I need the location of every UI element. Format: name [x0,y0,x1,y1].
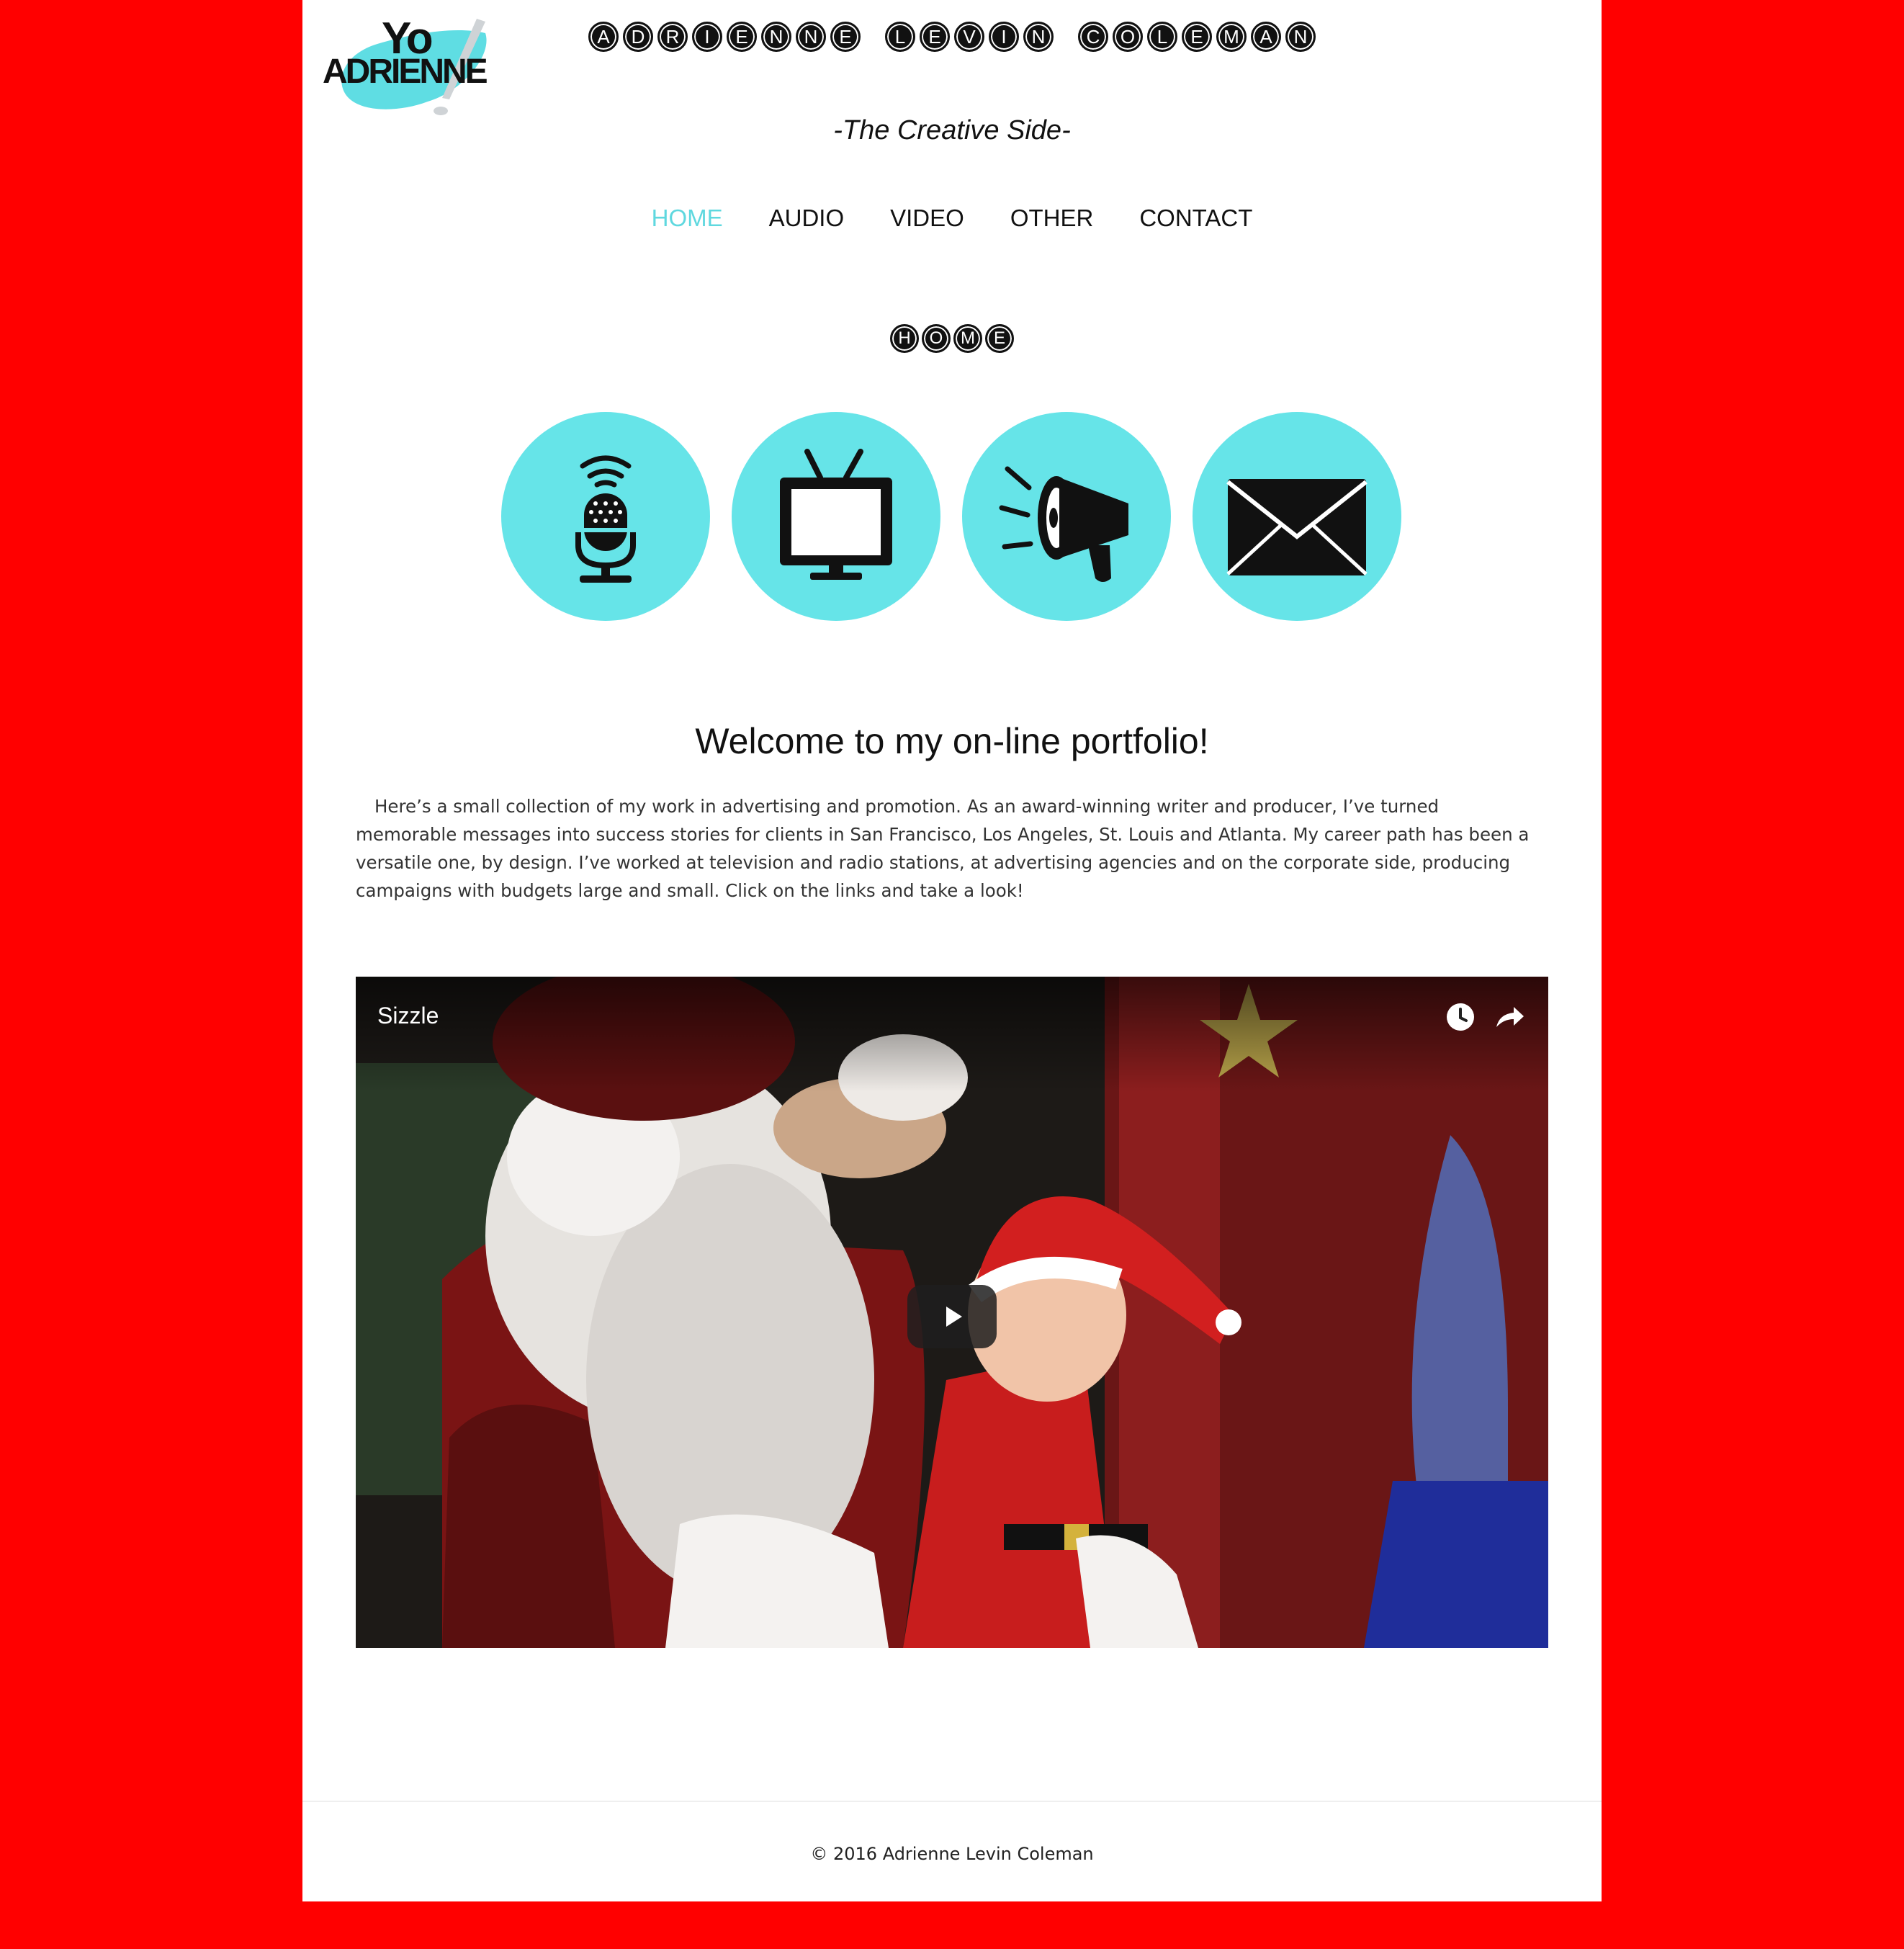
share-icon[interactable] [1494,1001,1525,1033]
play-icon [946,1307,962,1327]
video-link-button[interactable] [732,412,940,621]
copyright-text: © 2016 Adrienne Levin Coleman [810,1844,1094,1864]
title-letter: I [692,22,722,52]
title-letter: N [1023,22,1054,52]
microphone-icon [575,455,636,583]
title-letter: N [761,22,791,52]
title-letter: V [954,22,984,52]
other-link-button[interactable] [962,412,1171,621]
welcome-heading: Welcome to my on-line portfolio! [695,721,1209,761]
title-letter: E [830,22,861,52]
title-letter: E [1182,22,1212,52]
title-letter: A [588,22,619,52]
megaphone-icon [999,466,1128,582]
page: Yo ADRIENNE ADRIENNELEVINCOLEMAN -The Cr… [302,0,1602,1901]
site-title-word: ADRIENNE [586,22,863,52]
site-title-word: LEVIN [883,22,1056,52]
section-title: HOME [302,324,1602,353]
site-title: ADRIENNELEVINCOLEMAN [302,22,1602,52]
title-letter: N [796,22,826,52]
main-nav: HOME AUDIO VIDEO OTHER CONTACT [302,205,1602,232]
nav-audio[interactable]: AUDIO [769,205,845,232]
title-letter: L [885,22,915,52]
title-letter: E [727,22,757,52]
section-title-letter: H [890,324,919,353]
play-button[interactable] [907,1285,997,1348]
title-letter: N [1285,22,1316,52]
envelope-icon [1226,479,1368,575]
audio-link-button[interactable] [501,412,710,621]
nav-video[interactable]: VIDEO [890,205,964,232]
title-letter: E [920,22,950,52]
footer-divider [302,1801,1602,1802]
tagline: -The Creative Side- [833,115,1071,145]
category-icons [501,412,1406,622]
section-title-letter: O [922,324,951,353]
title-letter: R [657,22,688,52]
video-player[interactable]: Sizzle [356,977,1548,1648]
section-title-letter: M [953,324,982,353]
title-letter: A [1251,22,1281,52]
site-title-word: COLEMAN [1076,22,1318,52]
contact-link-button[interactable] [1193,412,1401,621]
video-title: Sizzle [377,1003,439,1029]
television-icon [780,449,892,580]
title-letter: O [1113,22,1143,52]
title-letter: D [623,22,653,52]
section-title-word: HOME [889,324,1015,353]
nav-home[interactable]: HOME [652,205,723,232]
section-title-letter: E [985,324,1014,353]
logo-text-name: ADRIENNE [323,53,488,91]
nav-other[interactable]: OTHER [1010,205,1094,232]
title-letter: M [1216,22,1247,52]
title-letter: C [1078,22,1108,52]
nav-contact[interactable]: CONTACT [1139,205,1252,232]
intro-paragraph: Here’s a small collection of my work in … [356,796,1530,901]
title-letter: I [989,22,1019,52]
title-letter: L [1147,22,1177,52]
watch-later-icon[interactable] [1445,1001,1476,1033]
